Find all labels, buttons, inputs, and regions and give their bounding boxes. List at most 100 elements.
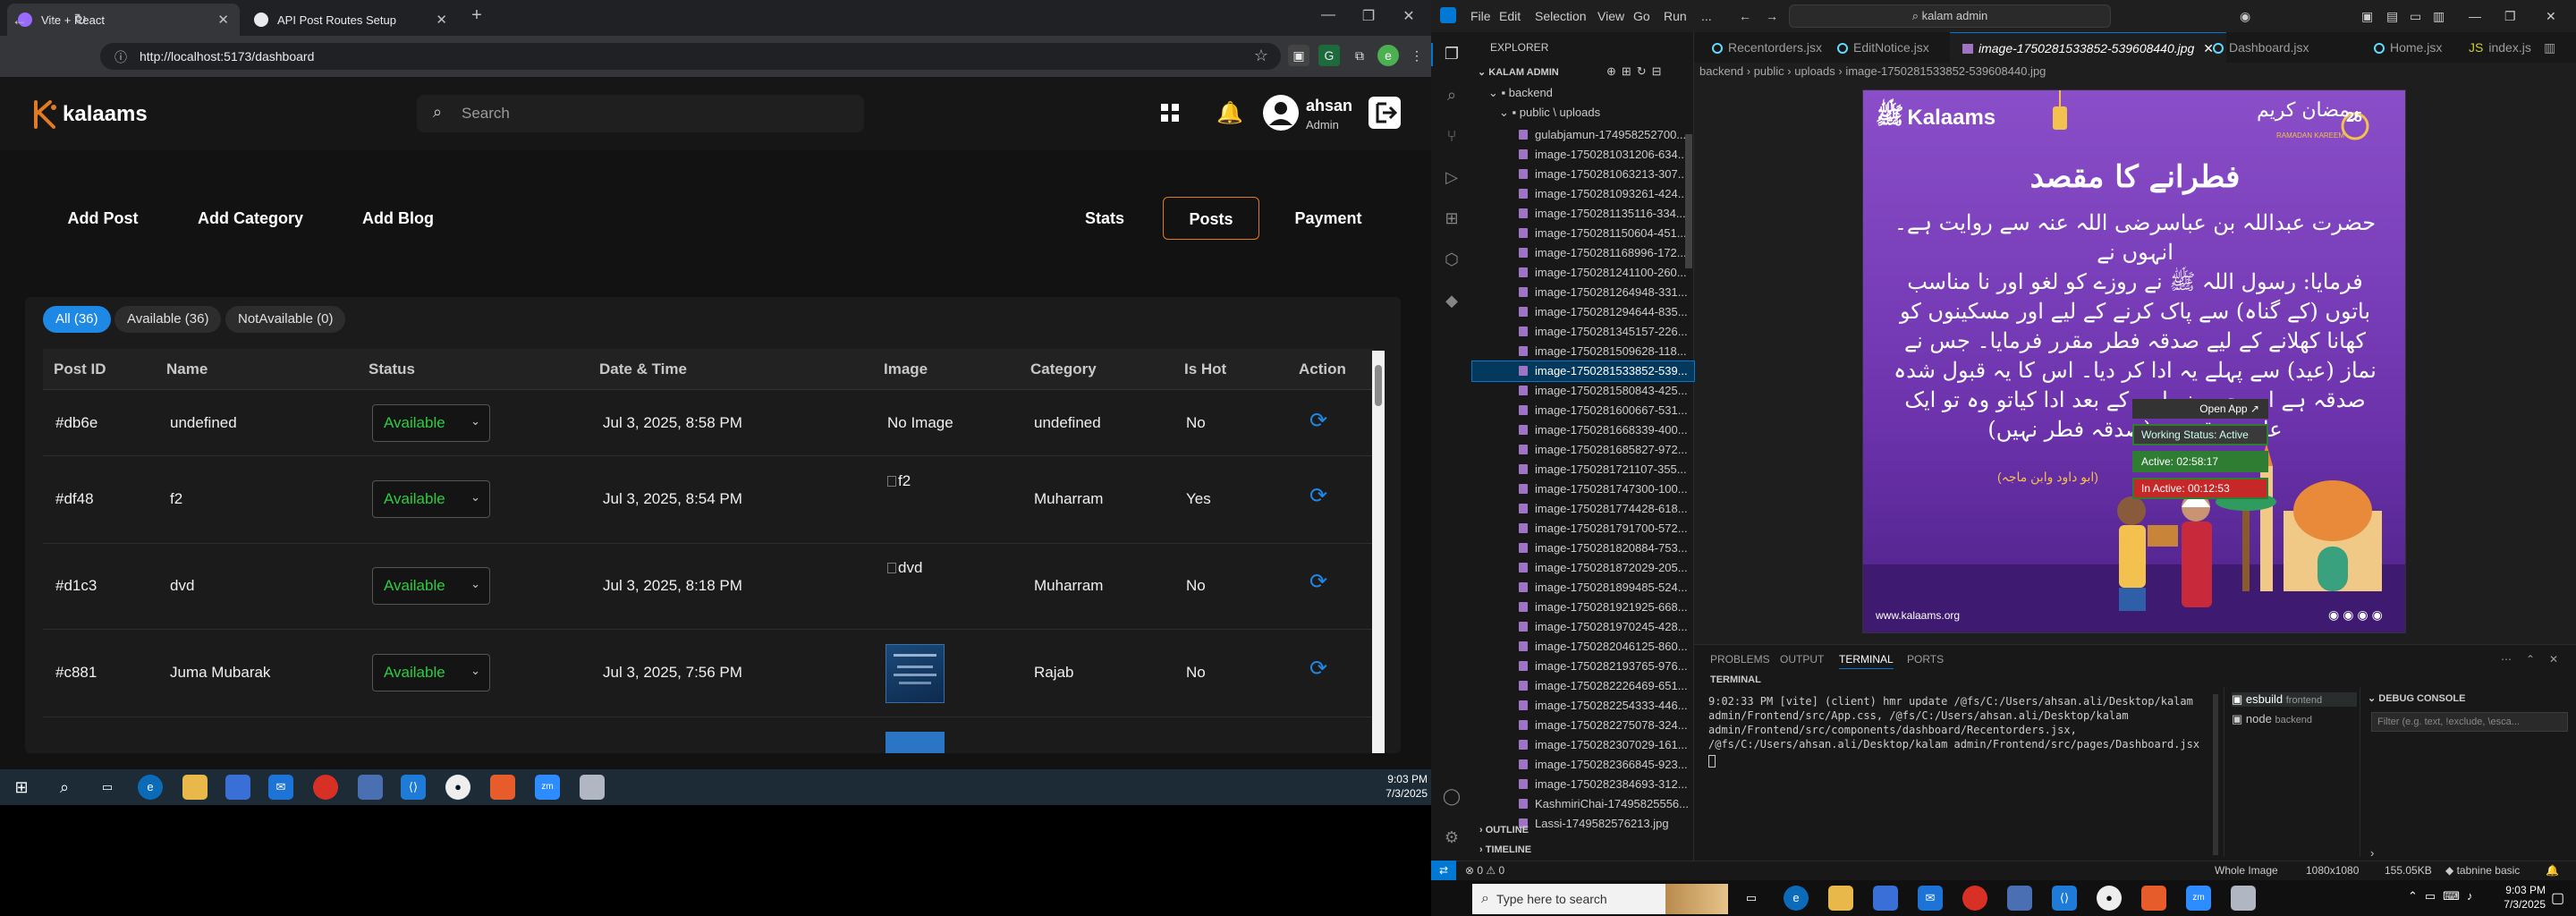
menu-selection[interactable]: Selection	[1535, 9, 1587, 23]
taskbar-search-box[interactable]: ⌕ Type here to search	[1472, 884, 1728, 914]
filter-notavailable-pill[interactable]: NotAvailable (0)	[225, 306, 346, 333]
account-icon[interactable]: ◯	[1442, 787, 1462, 807]
terminal-scrollbar[interactable]	[2213, 694, 2218, 855]
explorer-file-item[interactable]: image-1750282193765-976...	[1519, 657, 1689, 676]
refresh-icon[interactable]: ⟳	[1309, 483, 1327, 509]
explorer-file-item[interactable]: image-1750281135116-334...	[1519, 204, 1689, 224]
notification-bell-icon[interactable]: 🔔	[1216, 100, 1243, 126]
vscode-icon[interactable]: ⟨⟩	[2052, 886, 2077, 911]
command-center-search[interactable]: ⌕ kalam admin	[1789, 4, 2111, 28]
editor-tab[interactable]: Recentorders.jsx	[1699, 32, 1835, 63]
close-panel-icon[interactable]: ✕	[2549, 653, 2558, 666]
scrollbar-thumb[interactable]	[1375, 365, 1382, 406]
explorer-file-item[interactable]: image-1750282226469-651...	[1519, 676, 1689, 696]
minimize-icon[interactable]: —	[2469, 9, 2481, 23]
mail-icon[interactable]: ✉	[268, 775, 293, 800]
panel-more-icon[interactable]: ⋯	[2501, 653, 2512, 666]
reload-icon[interactable]: ↻	[70, 11, 91, 30]
mongodb-icon[interactable]: ◆	[1442, 292, 1462, 311]
app-icon[interactable]	[2231, 886, 2256, 911]
browser-tab[interactable]: API Post Routes Setup ✕	[243, 4, 458, 36]
explorer-file-item[interactable]: image-1750281150604-451...	[1519, 224, 1689, 243]
close-tab-icon[interactable]: ✕	[436, 12, 447, 28]
layout-icon[interactable]: ▣	[2361, 9, 2373, 24]
explorer-scrollbar[interactable]	[1685, 134, 1692, 268]
refresh-icon[interactable]: ⟳	[1309, 569, 1327, 595]
explorer-file-item[interactable]: image-1750282307029-161...	[1519, 735, 1689, 755]
explorer-file-item[interactable]: gulabjamun-174958252700...	[1519, 125, 1689, 145]
tab-problems[interactable]: PROBLEMS	[1710, 653, 1770, 666]
user-avatar[interactable]	[1263, 95, 1299, 131]
zoom-mode[interactable]: Whole Image	[2215, 864, 2278, 877]
bookmark-star-icon[interactable]: ☆	[1254, 47, 1268, 65]
maximize-panel-icon[interactable]: ⌃	[2526, 653, 2535, 666]
explorer-file-item[interactable]: image-1750282046125-860...	[1519, 637, 1689, 657]
explorer-file-item[interactable]: image-1750281241100-260...	[1519, 263, 1689, 283]
editor-tab[interactable]: Home.jsx	[2361, 32, 2454, 63]
task-view-icon[interactable]: ▭	[1739, 886, 1764, 911]
back-icon[interactable]: ←	[9, 11, 30, 30]
extensions-icon[interactable]: ⊞	[1442, 209, 1462, 229]
explorer-file-item[interactable]: image-1750281264948-331...	[1519, 283, 1689, 302]
windows-start-icon[interactable]: ⊞	[9, 775, 34, 800]
terminal-item[interactable]: ▣ node backend	[2232, 712, 2312, 726]
app-icon[interactable]: ●	[445, 775, 470, 800]
explorer-file-item[interactable]: image-1750281872029-205...	[1519, 558, 1689, 578]
explorer-file-item[interactable]: image-1750281791700-572...	[1519, 519, 1689, 539]
store-icon[interactable]	[225, 775, 250, 800]
settings-gear-icon[interactable]: ⚙	[1442, 828, 1462, 848]
terminal-output[interactable]: 9:02:33 PM [vite] (client) hmr update /@…	[1708, 694, 2209, 771]
zoom-icon[interactable]: zm	[2186, 886, 2211, 911]
close-window-icon[interactable]: ✕	[1395, 7, 1422, 25]
toggle-panel-icon[interactable]: ▭	[2410, 9, 2421, 24]
postman-icon[interactable]	[490, 775, 515, 800]
explorer-file-item[interactable]: image-1750281580843-425...	[1519, 381, 1689, 401]
add-post-button[interactable]: Add Post	[54, 197, 152, 240]
explorer-icon[interactable]: ❐	[1442, 45, 1462, 64]
explorer-file-item[interactable]: image-1750281294644-835...	[1519, 302, 1689, 322]
tab-output[interactable]: OUTPUT	[1780, 653, 1824, 666]
explorer-file-item[interactable]: image-1750281063213-307...	[1519, 165, 1689, 184]
forward-icon[interactable]: →	[39, 11, 61, 30]
file-explorer-icon[interactable]	[182, 775, 208, 800]
editor-tab[interactable]: JS index.js	[2456, 32, 2544, 63]
system-tray-icons[interactable]: ⌃▭⌨♪	[2408, 889, 2479, 903]
logout-icon[interactable]	[1368, 97, 1401, 129]
new-tab-icon[interactable]: +	[463, 5, 490, 26]
breadcrumb[interactable]: backend › public › uploads › image-17502…	[1699, 64, 2046, 78]
vscode-icon[interactable]: ⟨⟩	[401, 775, 426, 800]
terminal-item-active[interactable]: ▣ esbuild frontend	[2232, 692, 2357, 707]
explorer-file-item[interactable]: image-1750281668339-400...	[1519, 420, 1689, 440]
problems-status[interactable]: ⊗ 0 ⚠ 0	[1465, 864, 1504, 877]
open-app-button[interactable]: Open App ↗	[2132, 399, 2268, 419]
source-control-icon[interactable]: ⑂	[1442, 127, 1462, 147]
chevron-right-icon[interactable]: ›	[2370, 846, 2374, 860]
search-icon[interactable]: ⌕	[52, 775, 77, 800]
app-icon[interactable]: ●	[2097, 886, 2122, 911]
address-bar[interactable]: ⓘ http://localhost:5173/dashboard ☆	[100, 43, 1281, 70]
site-info-icon[interactable]: ⓘ	[114, 48, 127, 66]
menu-view[interactable]: View	[1597, 9, 1624, 23]
filter-all-pill[interactable]: All (36)	[43, 306, 111, 333]
explorer-file-item[interactable]: image-1750281747300-100...	[1519, 479, 1689, 499]
notifications-bell-icon[interactable]: 🔔	[2546, 864, 2559, 877]
explorer-file-item[interactable]: image-1750282254333-446...	[1519, 696, 1689, 716]
tabnine-status[interactable]: ◆ tabnine basic	[2445, 864, 2520, 877]
minimize-icon[interactable]: —	[1315, 7, 1342, 23]
explorer-file-item[interactable]: image-1750281970245-428...	[1519, 617, 1689, 637]
zoom-icon[interactable]: zm	[535, 775, 560, 800]
folder-uploads[interactable]: ⌄ ▪ public \ uploads	[1499, 106, 1600, 120]
explorer-file-item[interactable]: image-1750281345157-226...	[1519, 322, 1689, 342]
explorer-file-item[interactable]: image-1750282366845-923...	[1519, 755, 1689, 775]
explorer-file-item[interactable]: Lassi-1749582576213.jpg	[1519, 814, 1689, 834]
maximize-icon[interactable]: ❐	[1355, 7, 1382, 25]
table-scrollbar[interactable]	[1372, 351, 1385, 753]
menu-edit[interactable]: Edit	[1499, 9, 1521, 23]
search-input[interactable]: ⌕ Search	[417, 95, 864, 132]
explorer-file-item[interactable]: image-1750281774428-618...	[1519, 499, 1689, 519]
app-icon[interactable]	[2007, 886, 2032, 911]
editor-tab-active[interactable]: image-1750281533852-539608440.jpg ✕	[1950, 32, 2226, 63]
menu-file[interactable]: File	[1470, 9, 1491, 23]
app-icon[interactable]	[580, 775, 605, 800]
explorer-file-item[interactable]: image-1750281168996-172...	[1519, 243, 1689, 263]
